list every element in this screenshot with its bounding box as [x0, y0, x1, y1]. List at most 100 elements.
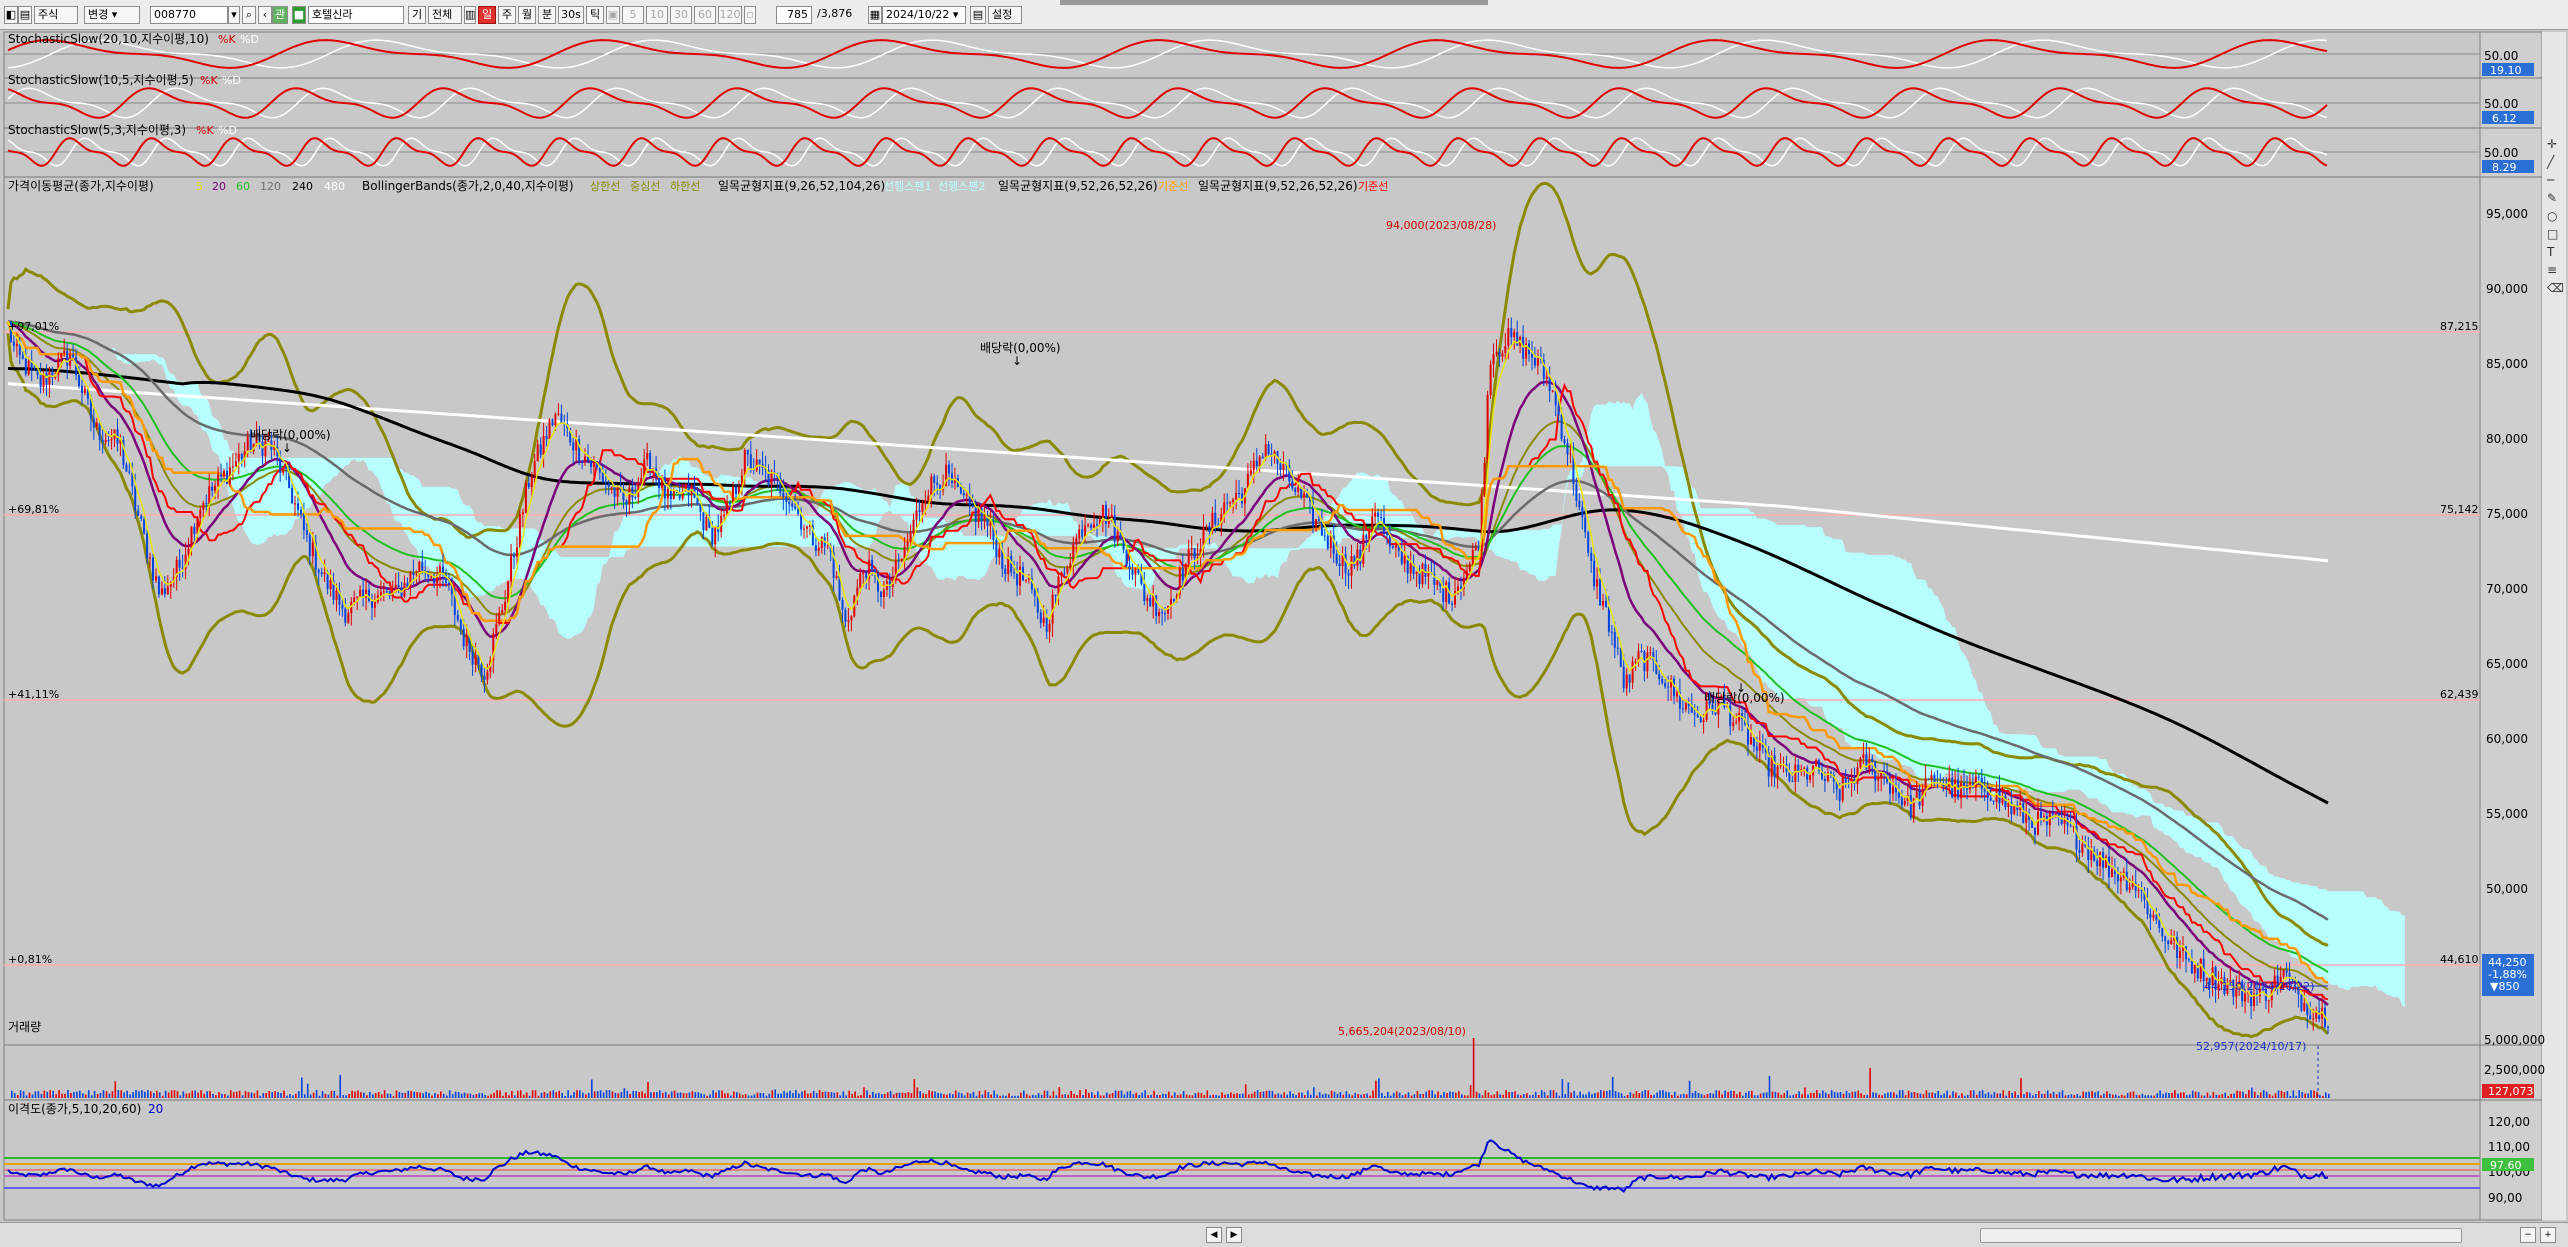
candle-body [1039, 612, 1042, 624]
prev-icon[interactable]: ◧ [4, 6, 18, 24]
zoom-in-icon[interactable]: + [2540, 1227, 2556, 1243]
volume-bar [1316, 1095, 1318, 1098]
candle-body [977, 508, 980, 522]
volume-bar [1866, 1094, 1868, 1098]
volume-bar [383, 1090, 386, 1098]
volume-bar [2239, 1091, 2241, 1098]
period-month-button[interactable]: 월 [518, 6, 536, 24]
circle-icon[interactable]: ○ [2547, 209, 2557, 223]
eraser-icon[interactable]: ⌫ [2546, 281, 2564, 295]
trendline-icon[interactable]: ╱ [2546, 154, 2555, 169]
chart-type-icon[interactable]: ▥ [464, 6, 476, 24]
scrollbar-thumb[interactable] [1980, 1228, 2462, 1243]
period-minute-button[interactable]: 분 [538, 6, 556, 24]
pen-icon[interactable]: ✎ [2547, 191, 2557, 205]
fibonacci-icon[interactable]: ≡ [2547, 263, 2557, 277]
crosshair-icon[interactable]: ✛ [2547, 137, 2557, 151]
text-tool-icon[interactable]: T [2546, 245, 2555, 259]
volume-bar [2280, 1090, 2283, 1098]
volume-bar [1745, 1092, 1747, 1098]
code-dropdown-icon[interactable]: ▾ [228, 6, 240, 24]
period-tick-button[interactable]: 틱 [586, 6, 604, 24]
candle-body [2318, 1011, 2321, 1019]
volume-bar [1324, 1093, 1327, 1098]
volume-bar [126, 1090, 128, 1098]
count-input[interactable]: 785 [776, 6, 812, 24]
candle-body [785, 496, 788, 503]
hline-value-label: 44,610 [2440, 953, 2479, 966]
group-all-button[interactable]: 전체 [428, 6, 462, 24]
volume-bar [1830, 1090, 1833, 1098]
candle-body [847, 620, 850, 622]
period-n-60[interactable]: 60 [694, 6, 716, 24]
volume-bar [1647, 1090, 1649, 1098]
volume-bar [1102, 1095, 1105, 1098]
volume-bar [348, 1094, 350, 1098]
candle-body [1297, 486, 1300, 492]
favorite-icon[interactable]: 관 [272, 6, 288, 24]
chart-canvas[interactable]: StochasticSlow(20,10,지수이평,10) %K %D Stoc… [0, 30, 2568, 1222]
volume-bar [138, 1091, 140, 1098]
change-select[interactable]: 변경 ▾ [84, 6, 140, 24]
candle-body [2303, 1003, 2306, 1011]
volume-bar [1230, 1092, 1232, 1098]
horizontal-scrollbar[interactable]: ◀ ▶ − + [0, 1222, 2568, 1247]
group-gi-button[interactable]: 기 [408, 6, 426, 24]
volume-bar [2112, 1094, 2114, 1098]
period-n-10[interactable]: 10 [646, 6, 668, 24]
period-n-5[interactable]: 5 [622, 6, 644, 24]
stock-code-input[interactable]: 008770 [150, 6, 228, 24]
hline-icon[interactable]: ─ [2546, 173, 2555, 187]
candle-body [2161, 928, 2164, 937]
zoom-out-icon[interactable]: − [2520, 1227, 2536, 1243]
scroll-left-icon[interactable]: ◀ [1206, 1227, 1222, 1243]
rectangle-icon[interactable]: □ [2547, 227, 2558, 241]
volume-bar [1043, 1090, 1046, 1098]
grid-icon[interactable]: ▤ [970, 6, 986, 24]
volume-bar [1819, 1093, 1821, 1098]
candle-body [1226, 502, 1229, 504]
period-day-button[interactable]: 일 [478, 6, 496, 24]
volume-bar [1082, 1095, 1084, 1098]
layout-icon[interactable]: ▤ [18, 6, 32, 24]
settings-button[interactable]: 설정 [988, 6, 1022, 24]
volume-bar [505, 1092, 507, 1098]
period-n-120[interactable]: 120 [718, 6, 742, 24]
volume-bar [1804, 1087, 1806, 1098]
volume-bar [2106, 1091, 2108, 1098]
volume-bar [1626, 1095, 1629, 1098]
candle-body [234, 461, 237, 467]
period-lock-icon[interactable]: ▣ [606, 6, 620, 24]
candle-body [308, 534, 311, 557]
candle-body [187, 548, 190, 555]
search-icon[interactable]: ⌕ [242, 6, 256, 24]
volume-bar [1801, 1094, 1803, 1098]
candle-body [1087, 524, 1090, 526]
volume-bar [1028, 1095, 1031, 1098]
scroll-right-icon[interactable]: ▶ [1226, 1227, 1242, 1243]
volume-bar [366, 1095, 368, 1098]
market-select[interactable]: 주식 [34, 6, 78, 24]
candle-body [1522, 336, 1525, 359]
volume-bar [952, 1094, 954, 1098]
stoch1-k-legend: %K [218, 33, 236, 46]
period-week-button[interactable]: 주 [498, 6, 516, 24]
volume-bar [292, 1095, 294, 1098]
volume-bar [419, 1092, 421, 1098]
volume-bar [1437, 1091, 1439, 1098]
volume-bar [1375, 1080, 1377, 1098]
candle-body [149, 557, 151, 559]
period-30s-button[interactable]: 30s [558, 6, 584, 24]
prev-stock-icon[interactable]: ‹ [258, 6, 272, 24]
volume-bar [1570, 1092, 1572, 1098]
period-n-30[interactable]: 30 [670, 6, 692, 24]
price-axis-tick: 85,000 [2486, 357, 2528, 371]
volume-bar [522, 1094, 525, 1098]
calendar-icon[interactable]: ▦ [868, 6, 882, 24]
date-input[interactable]: 2024/10/22 ▾ [882, 6, 966, 24]
volume-bar [889, 1091, 892, 1098]
ichimoku3-legend-line: 기준선 [1358, 180, 1388, 193]
period-custom-icon[interactable]: ▫ [744, 6, 756, 24]
link-icon[interactable]: ■ [292, 6, 306, 24]
volume-bar [167, 1092, 170, 1098]
